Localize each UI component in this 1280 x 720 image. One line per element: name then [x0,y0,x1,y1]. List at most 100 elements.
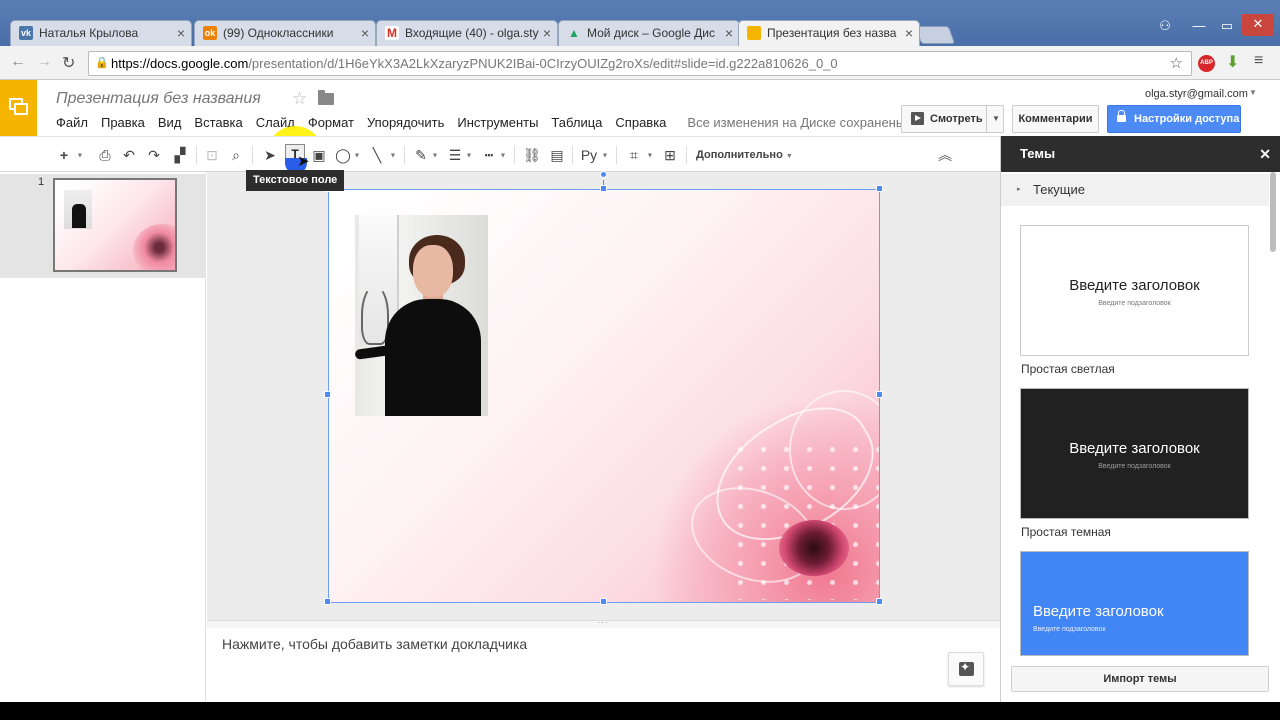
close-window-icon[interactable]: ✕ [1242,14,1274,36]
tab-presentation[interactable]: Презентация без назва × [738,20,920,46]
bookmark-star-icon[interactable]: ☆ [1170,52,1183,75]
menu-help[interactable]: Справка [615,115,666,130]
close-tab-icon[interactable]: × [543,21,551,45]
slide-canvas[interactable] [328,189,880,603]
chevron-down-icon[interactable]: ▼ [600,144,610,166]
google-drive-icon: ▲ [568,26,580,40]
replace-image-icon[interactable]: ⊞ [661,144,679,166]
close-icon[interactable]: ✕ [1259,136,1271,172]
notes-placeholder[interactable]: Нажмите, чтобы добавить заметки докладчи… [222,636,527,652]
back-arrow-icon[interactable]: ← [10,53,26,71]
user-email[interactable]: olga.styr@gmail.com [1145,88,1248,100]
comment-icon[interactable]: ▤ [548,144,566,166]
themes-scrollbar[interactable] [1270,172,1276,252]
menu-format[interactable]: Формат [308,115,354,130]
browser-menu-icon[interactable]: ≡ [1254,52,1263,70]
close-tab-icon[interactable]: × [361,21,369,45]
import-theme-button[interactable]: Импорт темы [1011,666,1269,692]
notes-resize-handle[interactable]: ··· [207,617,1000,628]
present-button[interactable]: Смотреть ▼ [901,105,1004,133]
download-extension-icon[interactable]: ⬇ [1226,52,1239,72]
user-profile-icon[interactable]: ⚇ [1150,16,1180,38]
chevron-down-icon[interactable]: ▼ [388,144,398,166]
menu-table[interactable]: Таблица [551,115,602,130]
folder-icon[interactable] [318,90,334,105]
adblock-icon[interactable]: ABP [1198,55,1215,72]
resize-handle-sw[interactable] [324,598,331,605]
slides-logo-icon[interactable] [0,80,37,136]
shape-icon[interactable]: ◯ [334,144,352,166]
crop-icon[interactable]: ⌗ [625,144,643,166]
border-color-icon[interactable]: ✎ [412,144,430,166]
resize-handle-w[interactable] [324,391,331,398]
share-button[interactable]: Настройки доступа [1107,105,1241,133]
select-arrow-icon[interactable]: ➤ [262,144,278,166]
theme-card-blue[interactable]: Введите заголовок Введите подзаголовок [1020,551,1249,656]
paint-format-icon[interactable]: ▞ [171,144,189,166]
theme-title: Введите заголовок [1069,440,1200,457]
explore-icon[interactable] [948,652,984,686]
reload-icon[interactable]: ↻ [62,53,75,73]
resize-handle-n[interactable] [600,185,607,192]
input-tools-button[interactable]: Ру [579,144,599,166]
menu-insert[interactable]: Вставка [194,115,242,130]
speaker-notes[interactable]: Нажмите, чтобы добавить заметки докладчи… [207,628,1000,702]
slide-thumbnail[interactable] [53,178,177,272]
resize-handle-e[interactable] [876,391,883,398]
more-label: Дополнительно [696,149,783,161]
chevron-down-icon[interactable]: ▼ [430,144,440,166]
border-weight-icon[interactable]: ☰ [446,144,464,166]
minimize-icon[interactable]: — [1186,16,1212,38]
theme-card-simple-light[interactable]: Введите заголовок Введите подзаголовок [1020,225,1249,356]
resize-handle-s[interactable] [600,598,607,605]
document-title[interactable]: Презентация без названия [56,90,261,108]
chevron-down-icon[interactable]: ▼ [498,144,508,166]
undo-icon[interactable]: ↶ [120,144,138,166]
menu-file[interactable]: Файл [56,115,88,130]
tab-title: Наталья Крылова [39,26,139,40]
resize-handle-se[interactable] [876,598,883,605]
tab-gmail[interactable]: M Входящие (40) - olga.sty × [376,20,558,46]
play-icon [911,112,924,125]
themes-current-section[interactable]: Текущие [1001,174,1269,206]
menu-arrange[interactable]: Упорядочить [367,115,444,130]
theme-card-simple-dark[interactable]: Введите заголовок Введите подзаголовок [1020,388,1249,519]
redo-icon[interactable]: ↷ [145,144,163,166]
chevron-down-icon[interactable]: ▼ [992,106,1000,132]
resize-handle-ne[interactable] [876,185,883,192]
zoom-icon[interactable]: ⌕ [227,144,245,166]
close-tab-icon[interactable]: × [177,21,185,45]
comments-button[interactable]: Комментарии [1012,105,1099,133]
more-menu[interactable]: Дополнительно ▼ [696,144,793,168]
tab-google-drive[interactable]: ▲ Мой диск – Google Дис × [558,20,740,46]
chevron-down-icon[interactable]: ▼ [352,144,362,166]
menu-view[interactable]: Вид [158,115,182,130]
close-tab-icon[interactable]: × [905,21,913,45]
zoom-fit-icon[interactable]: ⊡ [203,144,221,166]
print-icon[interactable]: ⎙ [96,144,114,166]
share-label: Настройки доступа [1134,113,1240,125]
collapse-toolbar-icon[interactable]: ︽ [938,144,952,166]
image-icon[interactable]: ▣ [310,144,328,166]
close-tab-icon[interactable]: × [725,21,733,45]
forward-arrow-icon[interactable]: → [36,53,52,71]
tab-odnoklassniki[interactable]: ok (99) Одноклассники × [194,20,376,46]
maximize-icon[interactable]: ▭ [1214,16,1240,38]
link-icon[interactable]: ⛓ [522,144,542,166]
url-input[interactable]: 🔒 https://docs.google.com/presentation/d… [88,51,1192,76]
menu-edit[interactable]: Правка [101,115,145,130]
border-dash-icon[interactable]: ┅ [480,144,498,166]
slide-photo[interactable] [355,215,488,416]
chevron-down-icon[interactable]: ▼ [464,144,474,166]
line-icon[interactable]: ╲ [368,144,386,166]
menu-tools[interactable]: Инструменты [457,115,538,130]
rotate-handle[interactable] [600,171,607,178]
chevron-down-icon[interactable]: ▼ [74,144,86,166]
star-icon[interactable]: ☆ [292,89,307,109]
slide-filmstrip: 1 [0,172,206,702]
new-tab-button[interactable] [914,26,956,44]
tab-vk[interactable]: vk Наталья Крылова × [10,20,192,46]
chevron-down-icon[interactable]: ▼ [645,144,655,166]
chevron-down-icon[interactable]: ▼ [1249,88,1257,97]
new-slide-icon[interactable]: + [56,144,72,166]
